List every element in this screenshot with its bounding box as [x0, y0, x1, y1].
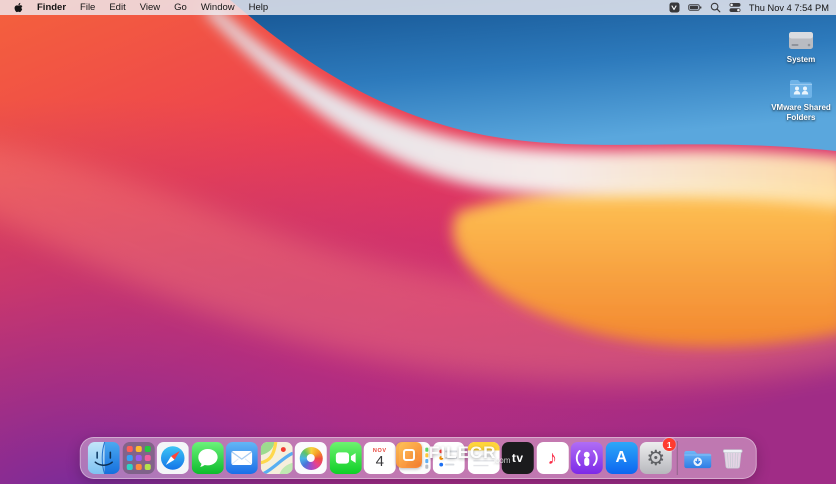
photos-icon — [294, 442, 327, 474]
contacts-icon — [398, 442, 431, 474]
music-note-glyph: ♪ — [547, 447, 558, 469]
dock-item-launchpad[interactable] — [122, 442, 155, 474]
reminders-icon — [432, 442, 465, 474]
desktop-icon-vmware-shared-folders[interactable]: VMware Shared Folders — [769, 76, 833, 122]
dock-item-finder[interactable] — [87, 442, 120, 474]
app-store-icon: A — [605, 442, 638, 474]
dock-item-podcasts[interactable] — [570, 442, 603, 474]
dock-item-maps[interactable] — [260, 442, 293, 474]
tv-logo-text: tv — [511, 451, 524, 465]
menu-bar: Finder File Edit View Go Window Help Thu… — [0, 0, 836, 15]
dock-item-calendar[interactable]: NOV 4 — [363, 442, 396, 474]
launchpad-icon — [122, 442, 155, 474]
desktop-screen: Finder File Edit View Go Window Help Thu… — [0, 0, 836, 484]
dock-item-downloads[interactable] — [682, 442, 714, 474]
desktop-icon-label: System — [786, 55, 816, 64]
music-icon: ♪ — [536, 442, 569, 474]
menu-window[interactable]: Window — [194, 2, 242, 13]
big-sur-wallpaper — [0, 0, 836, 484]
calendar-day-text: 4 — [375, 453, 384, 471]
app-store-letter: A — [615, 449, 628, 466]
dock-item-system-preferences[interactable]: 1 ⚙ — [639, 438, 676, 474]
calendar-icon: NOV 4 — [363, 442, 396, 474]
notes-icon — [467, 442, 500, 474]
messages-icon — [191, 442, 224, 474]
dock-item-notes[interactable] — [467, 442, 500, 474]
podcasts-icon — [570, 442, 603, 474]
apple-tv-icon: tv — [501, 442, 534, 474]
menu-bar-status: Thu Nov 4 7:54 PM — [669, 2, 829, 13]
spotlight-icon[interactable] — [710, 2, 721, 13]
facetime-icon — [329, 442, 362, 474]
dock-item-music[interactable]: ♪ — [536, 442, 569, 474]
dock-item-safari[interactable] — [156, 442, 189, 474]
dock-item-mail[interactable] — [225, 442, 258, 474]
menu-help[interactable]: Help — [242, 2, 276, 13]
vmware-tools-icon[interactable] — [669, 2, 680, 13]
menu-finder[interactable]: Finder — [30, 2, 73, 13]
menu-bar-left: Finder File Edit View Go Window Help — [7, 2, 275, 13]
control-center-icon[interactable] — [729, 2, 741, 13]
menu-edit[interactable]: Edit — [102, 2, 132, 13]
hard-drive-icon — [789, 32, 813, 49]
dock: NOV 4 tv ♪ A 1 ⚙ — [79, 437, 757, 479]
shared-folder-icon — [790, 80, 812, 98]
dock-item-facetime[interactable] — [329, 442, 362, 474]
downloads-folder-icon — [684, 450, 712, 469]
mail-icon — [225, 442, 258, 474]
maps-icon — [260, 442, 293, 474]
menu-go[interactable]: Go — [167, 2, 194, 13]
apple-logo-icon — [14, 2, 23, 13]
battery-icon[interactable] — [688, 2, 702, 13]
dock-item-messages[interactable] — [191, 442, 224, 474]
dock-item-app-store[interactable]: A — [605, 442, 638, 474]
desktop-icon-system[interactable]: System — [769, 28, 833, 65]
trash-icon — [722, 449, 742, 469]
menu-file[interactable]: File — [73, 2, 102, 13]
finder-icon — [87, 442, 120, 474]
desktop-icon-label: VMware Shared Folders — [771, 103, 831, 122]
menu-bar-clock[interactable]: Thu Nov 4 7:54 PM — [749, 3, 829, 13]
dock-item-tv[interactable]: tv — [501, 442, 534, 474]
gear-icon: ⚙ — [646, 446, 666, 470]
notification-badge: 1 — [662, 438, 676, 451]
dock-item-photos[interactable] — [294, 442, 327, 474]
menu-view[interactable]: View — [133, 2, 167, 13]
safari-icon — [156, 442, 189, 474]
dock-divider — [676, 441, 678, 475]
dock-item-trash[interactable] — [716, 442, 748, 474]
dock-item-contacts[interactable] — [398, 442, 431, 474]
apple-menu[interactable] — [7, 2, 30, 13]
dock-item-reminders[interactable] — [432, 442, 465, 474]
